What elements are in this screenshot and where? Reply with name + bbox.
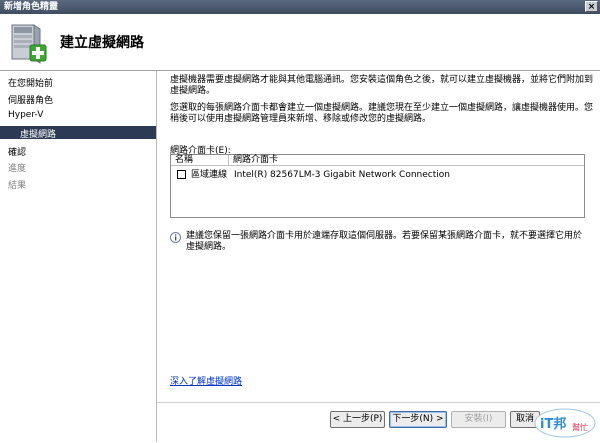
next-button[interactable]: 下一步(N) > (389, 411, 447, 428)
logo-main-text: iT邦 (540, 416, 566, 432)
info-text: 建議您保留一張網路介面卡用於遠端存取這個伺服器。若要保留某張網路介面卡，就不要選… (186, 231, 583, 252)
wizard-content: 虛擬機器需要虛擬網路才能與其他電腦通訊。您安裝這個角色之後，就可以建立虛擬機器，… (157, 71, 600, 442)
column-header-adapter[interactable]: 網路介面卡 (229, 155, 584, 166)
adapters-list[interactable]: 名稱 網路介面卡 區域連線 Intel(R) 82567LM-3 Gigabit… (170, 154, 585, 218)
sidebar-item-hyper-v[interactable]: Hyper-V (8, 110, 43, 120)
info-icon (170, 232, 181, 243)
logo-sub-text: 幫忙 (572, 422, 588, 432)
sidebar-item-progress: 進度 (8, 164, 27, 174)
adapter-checkbox[interactable] (177, 170, 186, 179)
close-button[interactable]: × (585, 1, 598, 12)
install-button[interactable]: 安裝(I) (451, 411, 506, 428)
sidebar-item-before-you-begin[interactable]: 在您開始前 (8, 76, 53, 89)
detail-text: 您選取的每張網路介面卡都會建立一個虛擬網路。建議您現在至少建立一個虛擬網路，讓虛… (170, 103, 594, 124)
wizard-header: 建立虛擬網路 (0, 14, 600, 71)
table-row[interactable]: 區域連線 Intel(R) 82567LM-3 Gigabit Network … (171, 169, 584, 181)
window-titlebar: 新增角色精靈 × (0, 0, 600, 14)
server-role-icon (11, 24, 47, 64)
ithome-logo: iT邦 幫忙 (534, 408, 596, 438)
sidebar-item-label: 虛擬網路 (20, 130, 57, 140)
page-title: 建立虛擬網路 (60, 35, 144, 51)
learn-more-link[interactable]: 深入了解虛擬網路 (170, 374, 242, 387)
column-header-name[interactable]: 名稱 (171, 155, 229, 166)
intro-text: 虛擬機器需要虛擬網路才能與其他電腦通訊。您安裝這個角色之後，就可以建立虛擬機器，… (170, 75, 594, 96)
sidebar-item-virtual-networks[interactable]: 虛擬網路 (0, 126, 156, 140)
adapter-description: Intel(R) 82567LM-3 Gigabit Network Conne… (234, 170, 450, 180)
back-button[interactable]: < 上一步(P) (330, 411, 385, 428)
adapter-name: 區域連線 (191, 170, 228, 180)
wizard-steps-sidebar: 在您開始前 伺服器角色 Hyper-V 虛擬網路 確認 進度 結果 (0, 71, 157, 442)
sidebar-item-confirmation[interactable]: 確認 (8, 145, 26, 158)
sidebar-item-results: 結果 (8, 181, 27, 191)
sidebar-item-server-roles[interactable]: 伺服器角色 (8, 93, 53, 106)
window-title: 新增角色精靈 (4, 2, 59, 12)
